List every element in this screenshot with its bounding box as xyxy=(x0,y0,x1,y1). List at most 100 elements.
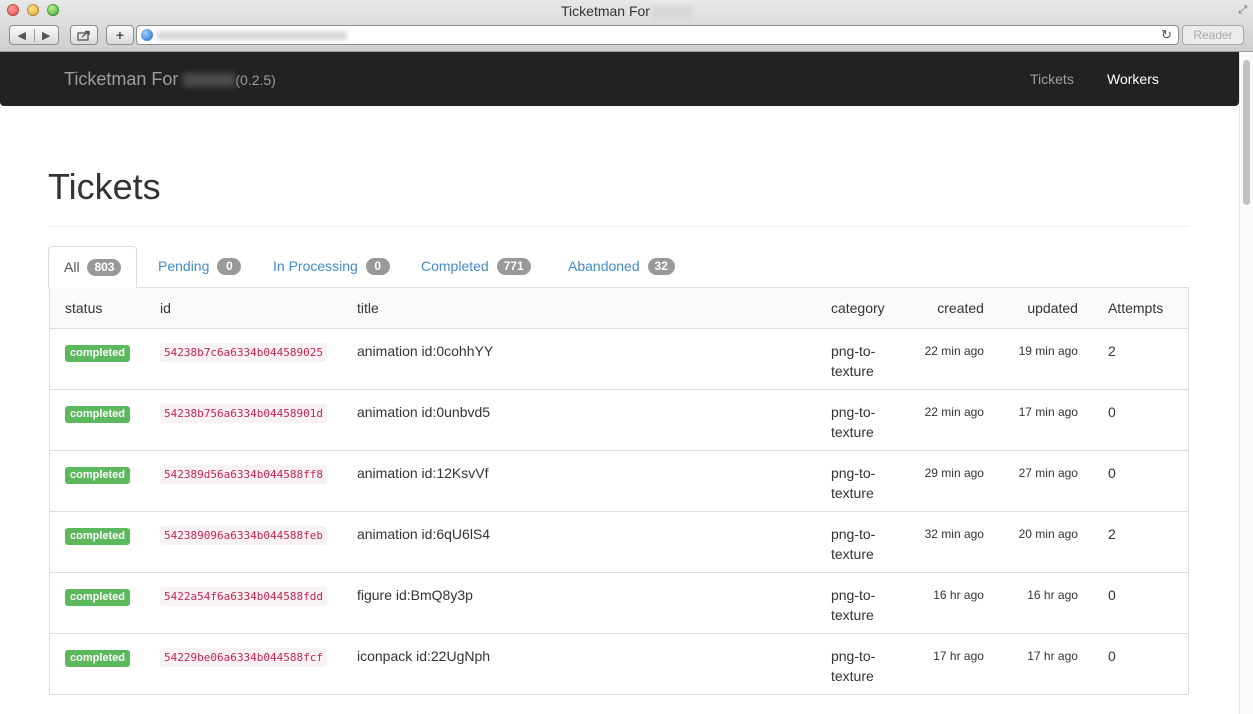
table-row[interactable]: completed 542389096a6334b044588feb anima… xyxy=(49,511,1189,573)
status-badge: completed xyxy=(65,405,131,423)
ticket-category: png-to-texture xyxy=(815,633,904,695)
fullscreen-icon[interactable]: ⤢ xyxy=(1238,4,1247,17)
globe-icon xyxy=(141,29,153,41)
ticket-attempts: 0 xyxy=(1092,389,1189,451)
column-header-attempts: Attempts xyxy=(1092,288,1189,329)
title-divider xyxy=(48,226,1189,227)
ticket-created: 22 min ago xyxy=(903,328,999,390)
ticket-category: png-to-texture xyxy=(815,572,904,634)
brand-text: Ticketman For xyxy=(64,69,179,89)
tab-all[interactable]: All 803 xyxy=(48,246,138,289)
redacted-text xyxy=(651,6,692,19)
ticket-id[interactable]: 54238b7c6a6334b044589025 xyxy=(160,342,327,362)
ticket-title: animation id:12KsvVf xyxy=(341,450,816,512)
status-badge: completed xyxy=(65,527,131,545)
ticket-created: 22 min ago xyxy=(903,389,999,451)
ticket-updated: 19 min ago xyxy=(998,328,1093,390)
scrollbar-thumb[interactable] xyxy=(1243,60,1250,205)
tab-label: In Processing xyxy=(273,258,358,274)
ticket-category: png-to-texture xyxy=(815,328,904,390)
nav-link-tickets[interactable]: Tickets xyxy=(1030,71,1074,87)
status-badge: completed xyxy=(65,588,131,606)
ticket-created: 29 min ago xyxy=(903,450,999,512)
ticket-title: animation id:0cohhYY xyxy=(341,328,816,390)
column-header-updated: updated xyxy=(998,288,1093,329)
ticket-updated: 20 min ago xyxy=(998,511,1093,573)
share-button[interactable] xyxy=(70,25,98,45)
ticket-created: 16 hr ago xyxy=(903,572,999,634)
tab-label: Abandoned xyxy=(568,258,640,274)
new-tab-button[interactable]: + xyxy=(106,25,134,45)
ticket-id[interactable]: 54238b756a6334b04458901d xyxy=(160,403,327,423)
table-row[interactable]: completed 542389d56a6334b044588ff8 anima… xyxy=(49,450,1189,512)
table-header-row: status id title category created updated… xyxy=(49,288,1189,329)
redacted-text xyxy=(183,73,236,88)
window-title: Ticketman For xyxy=(0,3,1253,19)
reload-icon[interactable]: ↻ xyxy=(1161,27,1172,43)
column-header-title: title xyxy=(341,288,816,329)
ticket-title: animation id:6qU6lS4 xyxy=(341,511,816,573)
tab-abandoned[interactable]: Abandoned 32 xyxy=(568,246,675,288)
ticket-id[interactable]: 542389096a6334b044588feb xyxy=(160,525,327,545)
tickets-table: status id title category created updated… xyxy=(49,288,1189,695)
plus-icon: + xyxy=(115,27,125,43)
back-icon[interactable]: ◀ xyxy=(10,29,34,42)
column-header-id: id xyxy=(145,288,342,329)
count-badge: 803 xyxy=(87,259,122,276)
ticket-id[interactable]: 5422a54f6a6334b044588fdd xyxy=(160,586,327,606)
count-badge: 0 xyxy=(217,258,242,275)
column-header-status: status xyxy=(49,288,146,329)
tab-in-processing[interactable]: In Processing 0 xyxy=(273,246,390,288)
browser-toolbar: Ticketman For ⤢ ◀ ▶ + ↻ Reader xyxy=(0,0,1253,52)
count-badge: 0 xyxy=(365,258,390,275)
ticket-title: iconpack id:22UgNph xyxy=(341,633,816,695)
ticket-title: figure id:BmQ8y3p xyxy=(341,572,816,634)
window-title-text: Ticketman For xyxy=(561,3,650,19)
ticket-attempts: 0 xyxy=(1092,633,1189,695)
status-badge: completed xyxy=(65,649,131,667)
tab-pending[interactable]: Pending 0 xyxy=(158,246,242,288)
table-row[interactable]: completed 54229be06a6334b044588fcf iconp… xyxy=(49,633,1189,695)
column-header-created: created xyxy=(903,288,999,329)
count-badge: 32 xyxy=(647,258,675,275)
share-icon xyxy=(77,30,90,41)
status-tabs: All 803 Pending 0 In Processing 0 Comple… xyxy=(48,246,1189,289)
nav-link-workers[interactable]: Workers xyxy=(1107,71,1159,87)
ticket-attempts: 2 xyxy=(1092,328,1189,390)
ticket-updated: 27 min ago xyxy=(998,450,1093,512)
table-row[interactable]: completed 54238b756a6334b04458901d anima… xyxy=(49,389,1189,451)
tab-completed[interactable]: Completed 771 xyxy=(421,246,531,288)
count-badge: 771 xyxy=(496,258,531,275)
brand[interactable]: Ticketman For (0.2.5) xyxy=(64,69,276,90)
back-forward-buttons: ◀ ▶ xyxy=(9,25,59,45)
ticket-id[interactable]: 542389d56a6334b044588ff8 xyxy=(160,464,327,484)
status-badge: completed xyxy=(65,344,131,362)
table-row[interactable]: completed 54238b7c6a6334b044589025 anima… xyxy=(49,328,1189,390)
ticket-attempts: 0 xyxy=(1092,450,1189,512)
ticket-category: png-to-texture xyxy=(815,389,904,451)
page-title: Tickets xyxy=(48,166,161,207)
reader-button[interactable]: Reader xyxy=(1182,25,1244,45)
tab-label: All xyxy=(64,259,80,275)
ticket-id[interactable]: 54229be06a6334b044588fcf xyxy=(160,647,327,667)
tab-label: Pending xyxy=(158,258,210,274)
ticket-updated: 16 hr ago xyxy=(998,572,1093,634)
table-row[interactable]: completed 5422a54f6a6334b044588fdd figur… xyxy=(49,572,1189,634)
tab-label: Completed xyxy=(421,258,489,274)
status-badge: completed xyxy=(65,466,131,484)
ticket-category: png-to-texture xyxy=(815,450,904,512)
forward-icon[interactable]: ▶ xyxy=(33,28,59,42)
navbar: Ticketman For (0.2.5) Tickets Workers xyxy=(0,52,1239,106)
page-scrollbar[interactable] xyxy=(1239,52,1253,714)
ticket-category: png-to-texture xyxy=(815,511,904,573)
ticket-updated: 17 min ago xyxy=(998,389,1093,451)
redacted-url xyxy=(157,31,347,40)
ticket-title: animation id:0unbvd5 xyxy=(341,389,816,451)
ticket-created: 32 min ago xyxy=(903,511,999,573)
ticket-created: 17 hr ago xyxy=(903,633,999,695)
column-header-category: category xyxy=(815,288,904,329)
ticket-updated: 17 hr ago xyxy=(998,633,1093,695)
ticket-attempts: 2 xyxy=(1092,511,1189,573)
address-bar[interactable]: ↻ xyxy=(136,25,1179,45)
ticket-attempts: 0 xyxy=(1092,572,1189,634)
